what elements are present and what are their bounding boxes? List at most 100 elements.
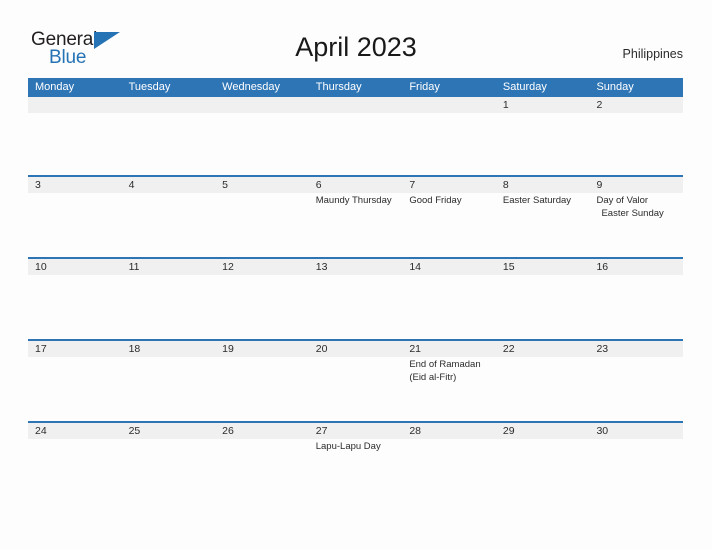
calendar-week-row: 3 4 5 6 7 8 9 Maundy Thursday Good Friday Easter …: [28, 175, 683, 257]
day-cell-19[interactable]: [215, 357, 309, 421]
week-events-row: [28, 275, 683, 339]
date-number-19[interactable]: 19: [215, 341, 309, 357]
day-cell-23[interactable]: [589, 357, 683, 421]
holiday-label: Good Friday: [409, 195, 462, 206]
day-of-week-header-row: Monday Tuesday Wednesday Thursday Friday Satu…: [28, 78, 683, 97]
date-number-24[interactable]: 24: [28, 423, 122, 439]
date-number-27[interactable]: 27: [309, 423, 403, 439]
date-number-empty: [309, 97, 403, 113]
date-number-21[interactable]: 21: [402, 341, 496, 357]
day-of-week-header-wednesday: Wednesday: [222, 81, 281, 93]
day-cell-empty: [122, 113, 216, 175]
week-events-row: End of Ramadan (Eid al-Fitr): [28, 357, 683, 421]
date-number-12[interactable]: 12: [215, 259, 309, 275]
day-cell-18[interactable]: [122, 357, 216, 421]
page-title: April 2023: [295, 32, 417, 62]
day-of-week-header-monday: Monday: [35, 81, 75, 93]
page-header: General Blue April 2023 Philippines: [0, 0, 712, 78]
date-number-13[interactable]: 13: [309, 259, 403, 275]
date-number-7[interactable]: 7: [402, 177, 496, 193]
day-cell-21[interactable]: End of Ramadan (Eid al-Fitr): [402, 357, 496, 421]
date-number-9[interactable]: 9: [589, 177, 683, 193]
holiday-label: Day of Valor: [596, 195, 649, 206]
day-of-week-header-friday: Friday: [409, 81, 440, 93]
week-date-number-row: 17 18 19 20 21 22 23: [28, 341, 683, 357]
week-events-row: Lapu-Lapu Day: [28, 439, 683, 503]
day-cell-22[interactable]: [496, 357, 590, 421]
date-number-15[interactable]: 15: [496, 259, 590, 275]
date-number-4[interactable]: 4: [122, 177, 216, 193]
day-cell-28[interactable]: [402, 439, 496, 503]
date-number-3[interactable]: 3: [28, 177, 122, 193]
date-number-empty: [122, 97, 216, 113]
date-number-20[interactable]: 20: [309, 341, 403, 357]
date-number-18[interactable]: 18: [122, 341, 216, 357]
date-number-empty: [215, 97, 309, 113]
date-number-11[interactable]: 11: [122, 259, 216, 275]
calendar-page: General Blue April 2023 Philippines Mond…: [0, 0, 712, 550]
day-cell-empty: [215, 113, 309, 175]
holiday-label: Maundy Thursday: [315, 195, 392, 206]
calendar-week-row: 10 11 12 13 14 15 16: [28, 257, 683, 339]
date-number-16[interactable]: 16: [589, 259, 683, 275]
day-cell-5[interactable]: [215, 193, 309, 257]
day-cell-2[interactable]: [589, 113, 683, 175]
day-cell-7[interactable]: Good Friday: [402, 193, 496, 257]
day-cell-27[interactable]: Lapu-Lapu Day: [309, 439, 403, 503]
day-cell-12[interactable]: [215, 275, 309, 339]
day-cell-13[interactable]: [309, 275, 403, 339]
date-number-2[interactable]: 2: [589, 97, 683, 113]
date-number-23[interactable]: 23: [589, 341, 683, 357]
calendar-week-row: 17 18 19 20 21 22 23 End of Ramadan (Eid al-Fitr…: [28, 339, 683, 421]
day-of-week-header-sunday: Sunday: [596, 81, 634, 93]
day-cell-6[interactable]: Maundy Thursday: [309, 193, 403, 257]
country-label: Philippines: [622, 47, 683, 61]
day-cell-15[interactable]: [496, 275, 590, 339]
holiday-label: End of Ramadan: [409, 359, 481, 370]
day-cell-4[interactable]: [122, 193, 216, 257]
week-date-number-row: 3456789: [28, 177, 683, 193]
day-cell-1[interactable]: [496, 113, 590, 175]
week-date-number-row: 24 25 26 27 28 29 30: [28, 423, 683, 439]
day-cell-empty: [402, 113, 496, 175]
holiday-label: Lapu-Lapu Day: [315, 441, 381, 452]
day-of-week-header-saturday: Saturday: [502, 81, 547, 93]
day-cell-3[interactable]: [28, 193, 122, 257]
day-cell-16[interactable]: [589, 275, 683, 339]
date-number-14[interactable]: 14: [402, 259, 496, 275]
day-cell-empty: [28, 113, 122, 175]
date-number-empty: [28, 97, 122, 113]
day-cell-11[interactable]: [122, 275, 216, 339]
calendar-week-row: 12: [28, 97, 683, 175]
date-number-26[interactable]: 26: [215, 423, 309, 439]
date-number-25[interactable]: 25: [122, 423, 216, 439]
day-cell-8[interactable]: Easter Saturday: [496, 193, 590, 257]
day-cell-30[interactable]: [589, 439, 683, 503]
day-cell-9[interactable]: Day of Valor Easter Sunday: [589, 193, 683, 257]
week-events-row: [28, 113, 683, 175]
calendar-week-row: 24 25 26 27 28 29 30 Lapu-Lapu Day: [28, 421, 683, 503]
week-events-row: Maundy Thursday Good Friday Easter Saturda…: [28, 193, 683, 257]
date-number-29[interactable]: 29: [496, 423, 590, 439]
date-number-5[interactable]: 5: [215, 177, 309, 193]
day-cell-14[interactable]: [402, 275, 496, 339]
day-cell-24[interactable]: [28, 439, 122, 503]
date-number-empty: [402, 97, 496, 113]
calendar-weeks: 1 2 3 4 5 6 7 8 9 Maundy Thursday Good Friday Easte…: [28, 97, 683, 503]
date-number-8[interactable]: 8: [496, 177, 590, 193]
date-number-30[interactable]: 30: [589, 423, 683, 439]
date-number-1[interactable]: 1: [496, 97, 590, 113]
day-cell-20[interactable]: [309, 357, 403, 421]
day-of-week-header-thursday: Thursday: [315, 81, 362, 93]
day-cell-17[interactable]: [28, 357, 122, 421]
date-number-6[interactable]: 6: [309, 177, 403, 193]
day-of-week-header-tuesday: Tuesday: [128, 81, 171, 93]
day-cell-25[interactable]: [122, 439, 216, 503]
date-number-17[interactable]: 17: [28, 341, 122, 357]
date-number-10[interactable]: 10: [28, 259, 122, 275]
date-number-22[interactable]: 22: [496, 341, 590, 357]
day-cell-29[interactable]: [496, 439, 590, 503]
day-cell-26[interactable]: [215, 439, 309, 503]
date-number-28[interactable]: 28: [402, 423, 496, 439]
day-cell-10[interactable]: [28, 275, 122, 339]
